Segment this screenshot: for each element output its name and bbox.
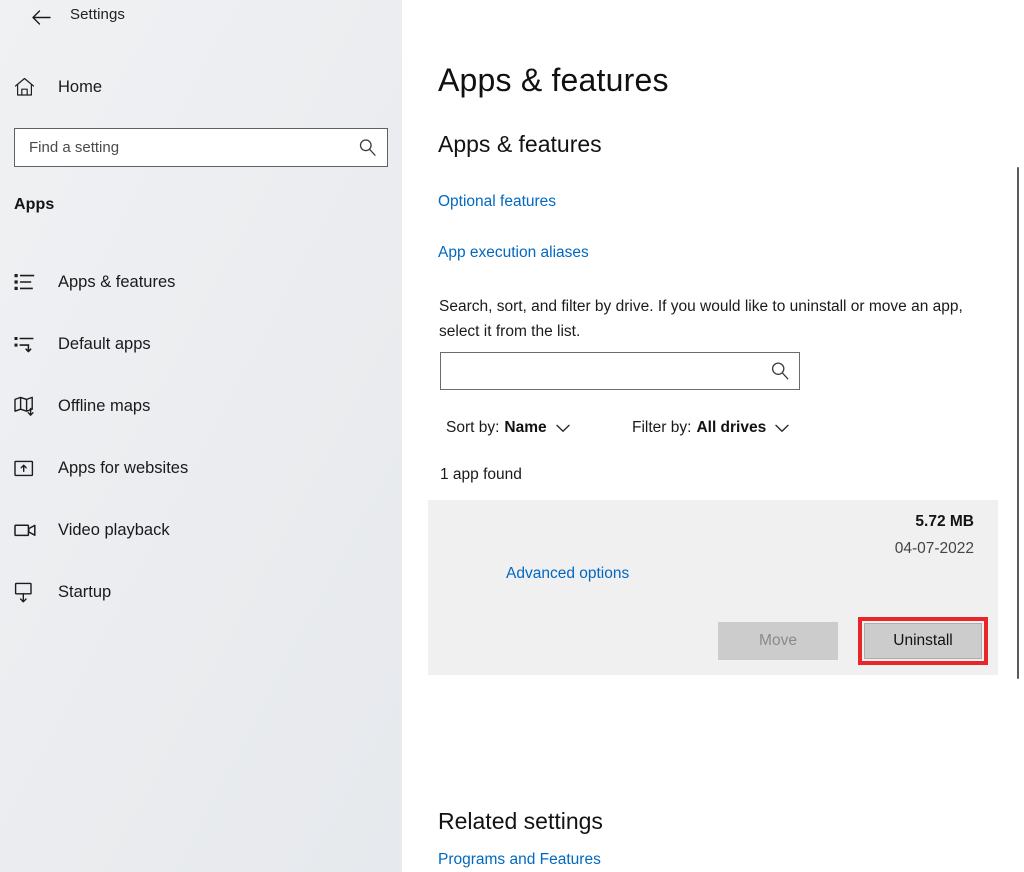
filter-by-label: Filter by: [632, 419, 692, 436]
link-optional-features[interactable]: Optional features [438, 192, 556, 212]
section-heading: Apps & features [438, 131, 602, 157]
scrollbar[interactable] [1008, 32, 1024, 872]
settings-window: Settings Home Apps [0, 0, 1024, 872]
sidebar-item-offline-maps[interactable]: Offline maps [0, 386, 402, 426]
filter-row: Sort by: Name Filter by: All drives [440, 419, 1000, 445]
sort-by-value: Name [504, 419, 547, 436]
sidebar-item-home[interactable]: Home [14, 70, 384, 104]
sidebar-item-label: Apps for websites [58, 459, 189, 477]
search-icon[interactable] [761, 361, 799, 381]
window-arrow-icon [14, 459, 48, 478]
app-search-box[interactable] [440, 352, 800, 390]
sidebar-section-title: Apps [14, 196, 55, 213]
filter-by-value: All drives [696, 419, 767, 436]
chevron-down-icon[interactable] [775, 424, 789, 433]
main-content: Apps & features Apps & features Optional… [402, 0, 1024, 872]
app-count-label: 1 app found [440, 466, 522, 483]
link-app-execution-aliases[interactable]: App execution aliases [438, 243, 589, 263]
sidebar-home-label: Home [58, 78, 103, 96]
chevron-down-icon[interactable] [555, 424, 570, 433]
video-camera-icon [14, 522, 48, 538]
map-download-icon [14, 396, 48, 416]
app-action-buttons: Move Uninstall [718, 617, 988, 665]
title-bar: Settings [0, 0, 402, 34]
sidebar-item-label: Apps & features [58, 273, 176, 291]
sort-by-label: Sort by: [446, 419, 500, 436]
find-setting-box[interactable] [14, 128, 388, 167]
list-bullets-icon [14, 273, 48, 292]
sidebar-item-label: Offline maps [58, 397, 151, 415]
app-install-date: 04-07-2022 [894, 540, 974, 557]
page-title: Apps & features [438, 62, 669, 98]
move-button[interactable]: Move [718, 622, 838, 660]
sidebar-item-apps-features[interactable]: Apps & features [0, 262, 402, 302]
sort-by-dropdown[interactable]: Sort by: Name [446, 419, 570, 437]
sidebar-item-label: Video playback [58, 521, 170, 539]
sidebar-item-default-apps[interactable]: Default apps [0, 324, 402, 364]
home-icon [14, 77, 48, 97]
link-programs-and-features[interactable]: Programs and Features [438, 851, 601, 869]
uninstall-button[interactable]: Uninstall [864, 623, 982, 659]
sidebar-item-label: Default apps [58, 335, 151, 353]
filter-by-dropdown[interactable]: Filter by: All drives [632, 419, 789, 437]
sidebar: Settings Home Apps [0, 0, 402, 872]
sidebar-item-label: Startup [58, 583, 112, 601]
related-settings-heading: Related settings [438, 808, 603, 834]
window-title: Settings [70, 6, 125, 23]
sidebar-nav: Apps & features Default apps Offline map… [0, 262, 402, 634]
sidebar-item-video-playback[interactable]: Video playback [0, 510, 402, 550]
app-list-item[interactable]: 5.72 MB 04-07-2022 Advanced options Move… [428, 500, 998, 675]
search-input[interactable] [15, 129, 347, 166]
description-text: Search, sort, and filter by drive. If yo… [439, 298, 963, 340]
app-search-input[interactable] [441, 353, 761, 389]
list-default-icon [14, 335, 48, 354]
monitor-startup-icon [14, 582, 48, 603]
back-arrow-icon[interactable] [26, 3, 56, 31]
search-icon[interactable] [347, 138, 387, 157]
link-advanced-options[interactable]: Advanced options [506, 565, 629, 583]
sidebar-item-startup[interactable]: Startup [0, 572, 402, 612]
uninstall-highlight-box: Uninstall [858, 617, 988, 665]
scrollbar-thumb[interactable] [1017, 167, 1019, 679]
sidebar-item-apps-for-websites[interactable]: Apps for websites [0, 448, 402, 488]
app-size: 5.72 MB [915, 513, 974, 530]
